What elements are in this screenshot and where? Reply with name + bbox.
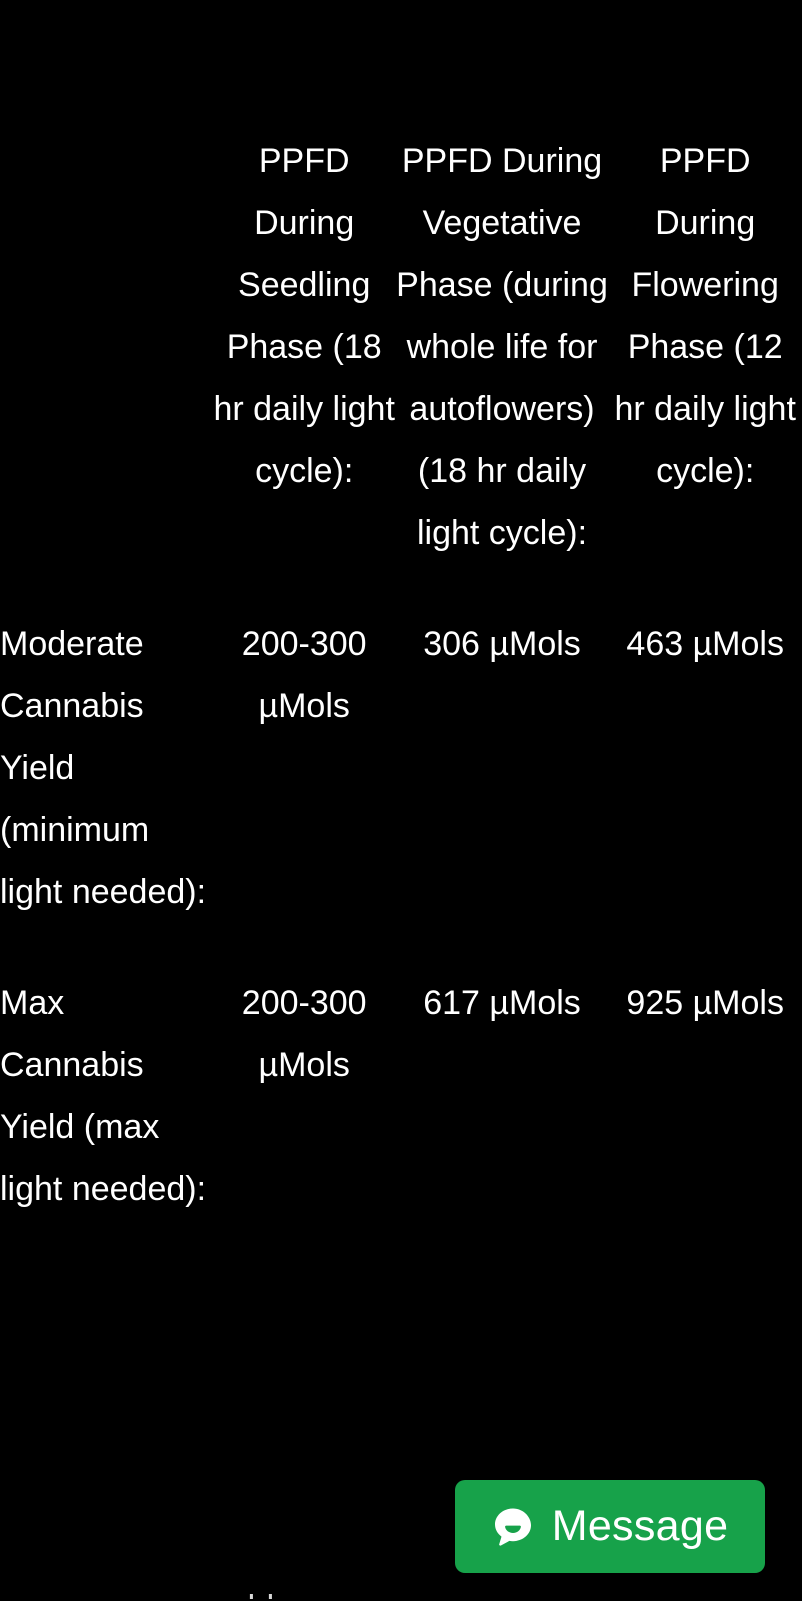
cell-moderate-vegetative: 306 µMols <box>423 625 581 663</box>
speech-bubble-icon <box>492 1506 534 1548</box>
table-row: Moderate Cannabis Yield (minimum light n… <box>0 564 802 923</box>
message-button[interactable]: Message <box>455 1480 765 1573</box>
cell-max-seedling: 200-300 µMols <box>241 984 367 1084</box>
ppfd-table-container: PPFD During Seedling Phase (18 hr daily … <box>0 0 802 1220</box>
clipped-bottom-text: Above will be approximate <box>0 1594 802 1601</box>
table-header-flowering: PPFD During Flowering Phase (12 hr daily… <box>614 142 796 490</box>
cell-moderate-seedling: 200-300 µMols <box>241 625 367 725</box>
cell-max-vegetative: 617 µMols <box>423 984 581 1022</box>
table-header-corner-cell <box>0 0 213 564</box>
table-row: Max Cannabis Yield (max light needed): 2… <box>0 923 802 1220</box>
row-label-moderate-yield: Moderate Cannabis Yield (minimum light n… <box>0 625 207 911</box>
ppfd-requirements-table: PPFD During Seedling Phase (18 hr daily … <box>0 0 802 1220</box>
table-header-seedling: PPFD During Seedling Phase (18 hr daily … <box>213 142 395 490</box>
message-button-label: Message <box>551 1502 729 1550</box>
cell-moderate-flowering: 463 µMols <box>626 625 784 663</box>
table-header-row: PPFD During Seedling Phase (18 hr daily … <box>0 0 802 564</box>
row-label-max-yield: Max Cannabis Yield (max light needed): <box>0 984 207 1208</box>
cell-max-flowering: 925 µMols <box>626 984 784 1022</box>
table-header-vegetative: PPFD During Vegetative Phase (during who… <box>396 142 608 552</box>
